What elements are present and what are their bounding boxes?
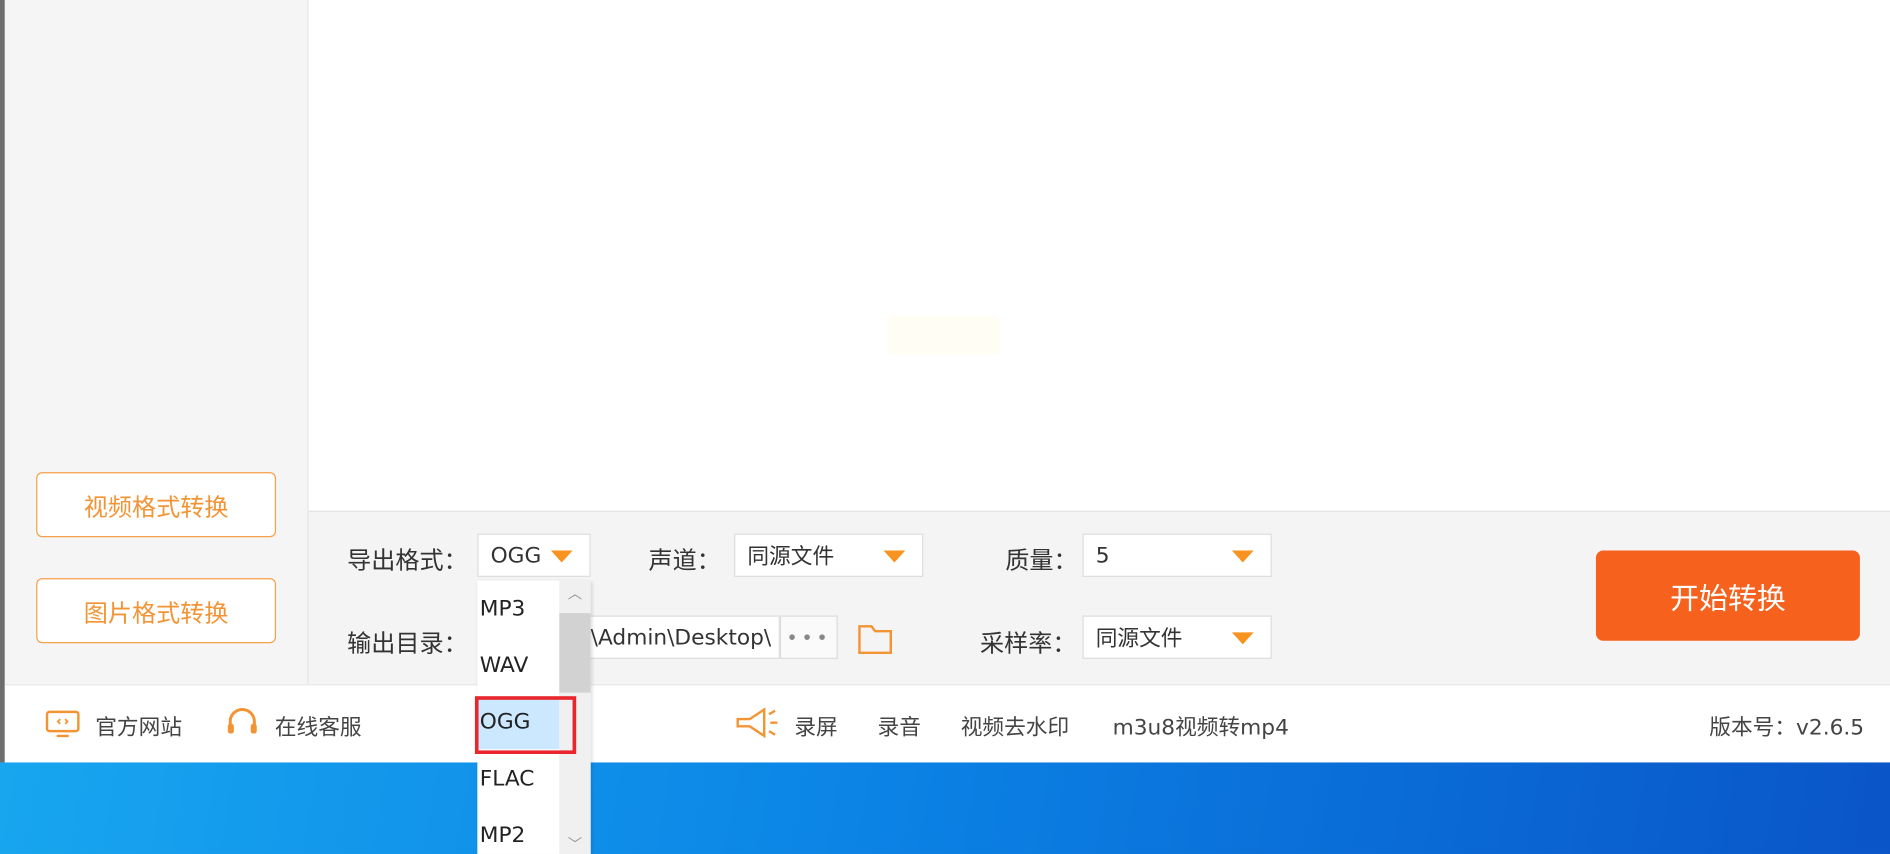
monitor-icon xyxy=(45,710,80,738)
output-dir-input[interactable]: \Admin\Desktop\ xyxy=(587,615,780,659)
record-screen-link[interactable]: 录屏 xyxy=(794,711,837,742)
channel-value: 同源文件 xyxy=(747,544,835,570)
export-format-value: OGG xyxy=(490,542,542,568)
quality-value: 5 xyxy=(1095,542,1110,568)
highlight-annotation-box xyxy=(474,696,577,755)
folder-icon[interactable] xyxy=(856,619,895,658)
file-drop-area[interactable] xyxy=(308,0,1890,511)
format-option-flac[interactable]: FLAC xyxy=(480,766,535,791)
channel-label: 声道： xyxy=(648,545,721,575)
official-website-link[interactable]: 官方网站 xyxy=(95,711,182,742)
headset-icon xyxy=(227,707,257,734)
export-format-select[interactable]: OGG xyxy=(477,533,591,577)
desktop-taskbar xyxy=(0,762,1890,854)
quality-label: 质量： xyxy=(1005,545,1078,575)
dropdown-triangle-icon xyxy=(1231,550,1254,563)
online-support-link[interactable]: 在线客服 xyxy=(275,711,362,742)
format-option-mp2[interactable]: MP2 xyxy=(480,823,526,848)
remove-watermark-link[interactable]: 视频去水印 xyxy=(961,711,1069,742)
image-format-convert-button[interactable]: 图片格式转换 xyxy=(36,578,277,644)
sample-rate-label: 采样率： xyxy=(979,628,1077,658)
channel-select[interactable]: 同源文件 xyxy=(734,533,924,577)
format-option-mp3[interactable]: MP3 xyxy=(480,596,526,621)
scroll-up-icon[interactable]: ︿ xyxy=(568,583,582,603)
start-convert-button[interactable]: 开始转换 xyxy=(1595,550,1860,641)
megaphone-icon xyxy=(736,707,778,739)
output-dir-label: 输出目录： xyxy=(347,628,468,658)
m3u8-to-mp4-link[interactable]: m3u8视频转mp4 xyxy=(1113,711,1289,742)
version-label: 版本号：v2.6.5 xyxy=(1709,715,1865,741)
export-format-label: 导出格式： xyxy=(347,545,468,575)
dropdown-triangle-icon xyxy=(883,550,906,563)
browse-button[interactable]: ••• xyxy=(779,615,838,659)
dropdown-triangle-icon xyxy=(550,550,573,563)
dropdown-triangle-icon xyxy=(1231,632,1254,645)
format-option-wav[interactable]: WAV xyxy=(480,653,529,678)
video-format-convert-button[interactable]: 视频格式转换 xyxy=(36,472,277,538)
record-audio-link[interactable]: 录音 xyxy=(878,711,921,742)
dropdown-scrollbar-thumb[interactable] xyxy=(559,613,591,693)
sample-rate-value: 同源文件 xyxy=(1095,626,1183,652)
faded-placeholder xyxy=(887,315,1001,355)
output-dir-value: \Admin\Desktop\ xyxy=(590,624,772,650)
quality-select[interactable]: 5 xyxy=(1082,533,1272,577)
scroll-down-icon[interactable]: ﹀ xyxy=(568,834,582,854)
sample-rate-select[interactable]: 同源文件 xyxy=(1082,615,1272,659)
